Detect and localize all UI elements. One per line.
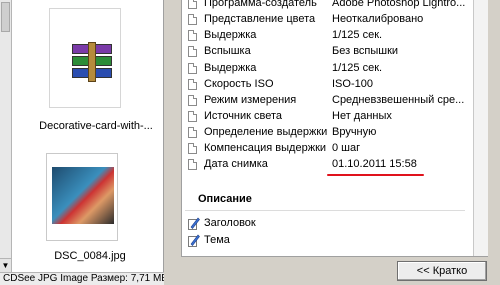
document-icon bbox=[188, 30, 197, 41]
property-value: 0 шаг bbox=[332, 142, 361, 154]
thumbnail-caption: Decorative-card-with-... bbox=[39, 120, 153, 132]
winrar-archive-icon bbox=[72, 42, 112, 82]
property-row: Представление цвета Неоткалибровано bbox=[182, 12, 474, 28]
property-row: Вспышка Без вспышки bbox=[182, 44, 474, 60]
property-row: Скорость ISO ISO-100 bbox=[182, 77, 474, 93]
photo-thumbnail bbox=[52, 167, 114, 224]
document-icon bbox=[188, 95, 197, 106]
pencil-icon bbox=[188, 217, 200, 230]
editable-field-title[interactable]: Заголовок bbox=[182, 216, 382, 232]
property-label: Выдержка bbox=[204, 62, 257, 74]
property-row: Компенсация выдержки 0 шаг bbox=[182, 141, 474, 157]
property-label: Компенсация выдержки bbox=[204, 142, 327, 154]
field-label: Заголовок bbox=[204, 217, 256, 229]
thumbnail-pane: ▼ Decorative-card-with-... DSC_0084.jpg bbox=[0, 0, 164, 272]
document-icon bbox=[188, 143, 197, 154]
thumbnail-scrollbar[interactable]: ▼ bbox=[0, 0, 12, 272]
section-divider bbox=[185, 210, 465, 211]
property-label: Вспышка bbox=[204, 45, 251, 57]
property-value: Средневзвешенный сре... bbox=[332, 94, 465, 106]
scroll-down-icon[interactable]: ▼ bbox=[0, 258, 11, 272]
document-icon bbox=[188, 14, 197, 25]
brief-view-button[interactable]: << Кратко bbox=[397, 261, 487, 281]
property-value: Adobe Photoshop Lightro... bbox=[332, 0, 466, 9]
property-label: Скорость ISO bbox=[204, 78, 274, 90]
property-label: Источник света bbox=[204, 110, 283, 122]
property-label: Программа-создатель bbox=[204, 0, 317, 9]
property-label: Режим измерения bbox=[204, 94, 297, 106]
property-value: 01.10.2011 15:58 bbox=[332, 158, 417, 170]
property-row: Выдержка 1/125 сек. bbox=[182, 28, 474, 44]
field-label: Тема bbox=[204, 234, 230, 246]
property-value: 1/125 сек. bbox=[332, 29, 383, 41]
property-value: 1/125 сек. bbox=[332, 62, 383, 74]
properties-scrollbar[interactable] bbox=[473, 0, 488, 256]
status-bar: CDSee JPG Image Размер: 7,71 МБ bbox=[0, 272, 164, 285]
scrollbar-thumb[interactable] bbox=[1, 2, 10, 32]
window-edge bbox=[488, 0, 500, 285]
document-icon bbox=[188, 0, 197, 9]
property-row: Источник света Нет данных bbox=[182, 109, 474, 125]
property-value: Без вспышки bbox=[332, 45, 399, 57]
panel-splitter[interactable] bbox=[164, 0, 181, 285]
document-icon bbox=[188, 127, 197, 138]
property-value: Вручную bbox=[332, 126, 377, 138]
property-value: Неоткалибровано bbox=[332, 13, 424, 25]
property-row: Выдержка 1/125 сек. bbox=[182, 61, 474, 77]
properties-panel: Программа-создатель Adobe Photoshop Ligh… bbox=[181, 0, 473, 256]
document-icon bbox=[188, 46, 197, 57]
property-label: Представление цвета bbox=[204, 13, 316, 25]
document-icon bbox=[188, 79, 197, 90]
property-value: ISO-100 bbox=[332, 78, 373, 90]
property-row: Программа-создатель Adobe Photoshop Ligh… bbox=[182, 0, 474, 12]
property-label: Выдержка bbox=[204, 29, 257, 41]
date-highlight-underline bbox=[327, 174, 424, 176]
property-label: Определение выдержки bbox=[204, 126, 328, 138]
property-row: Определение выдержки Вручную bbox=[182, 125, 474, 141]
property-value: Нет данных bbox=[332, 110, 392, 122]
property-label: Дата снимка bbox=[204, 158, 268, 170]
section-title-description: Описание bbox=[198, 193, 252, 205]
document-icon bbox=[188, 63, 197, 74]
editable-field-subject[interactable]: Тема bbox=[182, 233, 382, 249]
property-row: Режим измерения Средневзвешенный сре... bbox=[182, 93, 474, 109]
document-icon bbox=[188, 159, 197, 170]
document-icon bbox=[188, 111, 197, 122]
pencil-icon bbox=[188, 234, 200, 247]
thumbnail-caption: DSC_0084.jpg bbox=[54, 250, 126, 262]
property-row: Дата снимка 01.10.2011 15:58 bbox=[182, 157, 474, 173]
